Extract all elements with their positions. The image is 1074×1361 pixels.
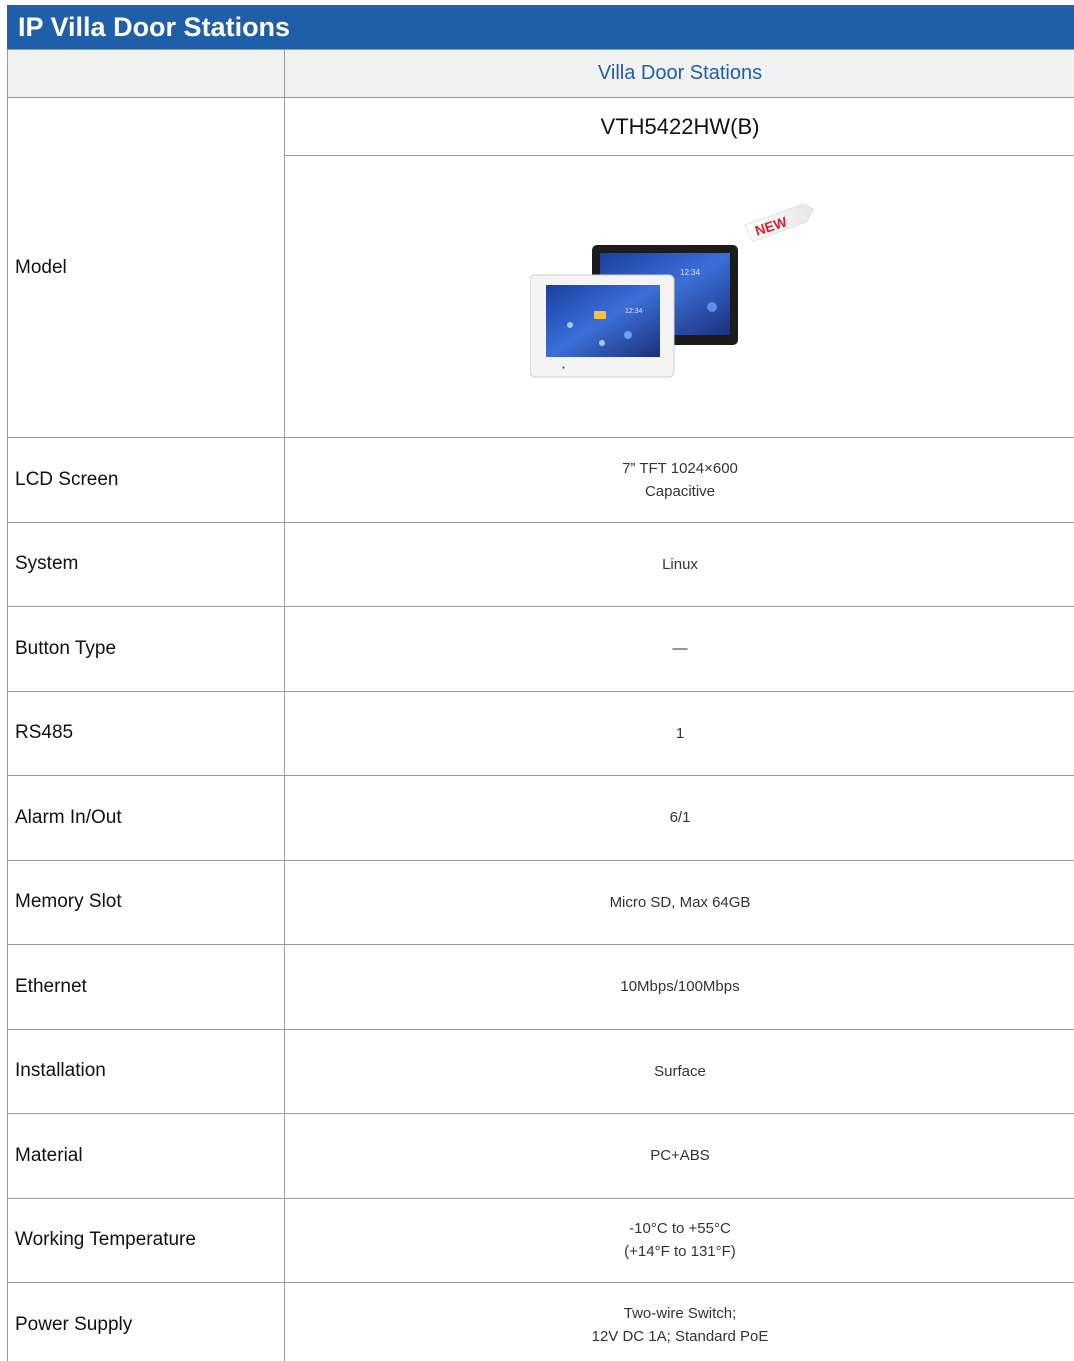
model-row: Model VTH5422HW(B) <box>7 97 1074 438</box>
spec-value: 10Mbps/100Mbps <box>284 944 1074 1030</box>
spec-value: -10°C to +55°C (+14°F to 131°F) <box>284 1197 1074 1283</box>
table-row: LCD Screen 7” TFT 1024×600 Capacitive <box>7 437 1074 523</box>
spec-value-line: 10Mbps/100Mbps <box>620 978 740 996</box>
series-header: Villa Door Stations <box>284 49 1074 98</box>
table-header-row: Villa Door Stations <box>7 49 1074 98</box>
svg-text:12:34: 12:34 <box>625 308 643 315</box>
spec-value-line: PC+ABS <box>650 1147 710 1165</box>
spec-label: Ethernet <box>7 944 285 1030</box>
table-row: Button Type — <box>7 606 1074 692</box>
spec-value: 1 <box>284 690 1074 776</box>
spec-value-line: Linux <box>662 555 698 573</box>
spec-value-line: 12V DC 1A; Standard PoE <box>591 1327 769 1345</box>
spec-value-line: Capacitive <box>644 482 716 500</box>
model-image-cell: NEW 12:34 12:34 ● <box>284 155 1074 438</box>
spec-value-line: (+14°F to 131°F) <box>624 1243 736 1261</box>
spec-value-line: 1 <box>675 724 685 742</box>
spec-table: Villa Door Stations Model VTH5422HW(B) N… <box>7 49 1074 1361</box>
spec-value-line: -10°C to +55°C <box>629 1220 731 1238</box>
spec-value: 6/1 <box>284 775 1074 861</box>
table-row: Material PC+ABS <box>7 1113 1074 1199</box>
spec-value: Two-wire Switch; 12V DC 1A; Standard PoE <box>284 1282 1074 1361</box>
table-row: Installation Surface <box>7 1028 1074 1114</box>
table-row: Working Temperature -10°C to +55°C (+14°F … <box>7 1197 1074 1283</box>
new-badge: NEW <box>744 202 815 242</box>
spec-label: RS485 <box>7 690 285 776</box>
table-row: Alarm In/Out 6/1 <box>7 775 1074 861</box>
indoor-monitor-image: NEW 12:34 12:34 ● <box>529 202 815 377</box>
spec-label: Material <box>7 1113 285 1199</box>
svg-text:12:34: 12:34 <box>680 268 701 277</box>
spec-label: Memory Slot <box>7 859 285 945</box>
spec-label: Installation <box>7 1028 285 1114</box>
spec-value: Micro SD, Max 64GB <box>284 859 1074 945</box>
model-label: Model <box>7 97 285 438</box>
spec-value: — <box>284 606 1074 692</box>
spec-value: PC+ABS <box>284 1113 1074 1199</box>
spec-value-line: Micro SD, Max 64GB <box>609 893 751 911</box>
spec-value: 7” TFT 1024×600 Capacitive <box>284 437 1074 523</box>
svg-text:●: ● <box>562 365 565 371</box>
product-image: NEW 12:34 12:34 ● <box>529 197 830 397</box>
spec-label: Working Temperature <box>7 1197 285 1283</box>
table-row: Power Supply Two-wire Switch; 12V DC 1A; S… <box>7 1282 1074 1361</box>
spec-value-line: 6/1 <box>669 809 691 827</box>
model-name: VTH5422HW(B) <box>284 97 1074 156</box>
table-row: Memory Slot Micro SD, Max 64GB <box>7 859 1074 945</box>
spec-value-line: Surface <box>654 1062 706 1080</box>
spec-label: LCD Screen <box>7 437 285 523</box>
spec-value: Surface <box>284 1028 1074 1114</box>
spec-label: Button Type <box>7 606 285 692</box>
table-row: System Linux <box>7 521 1074 607</box>
white-monitor: 12:34 ● <box>529 274 675 377</box>
spec-label: Alarm In/Out <box>7 775 285 861</box>
spec-value: Linux <box>284 521 1074 607</box>
spec-value-line: — <box>672 640 688 658</box>
table-row: RS485 1 <box>7 690 1074 776</box>
table-row: Ethernet 10Mbps/100Mbps <box>7 944 1074 1030</box>
spec-value-line: 7” TFT 1024×600 <box>622 459 738 477</box>
header-empty-cell <box>7 49 285 98</box>
spec-label: System <box>7 521 285 607</box>
page-title: IP Villa Door Stations <box>7 5 1074 49</box>
spec-value-line: Two-wire Switch; <box>623 1304 737 1322</box>
spec-label: Power Supply <box>7 1282 285 1361</box>
